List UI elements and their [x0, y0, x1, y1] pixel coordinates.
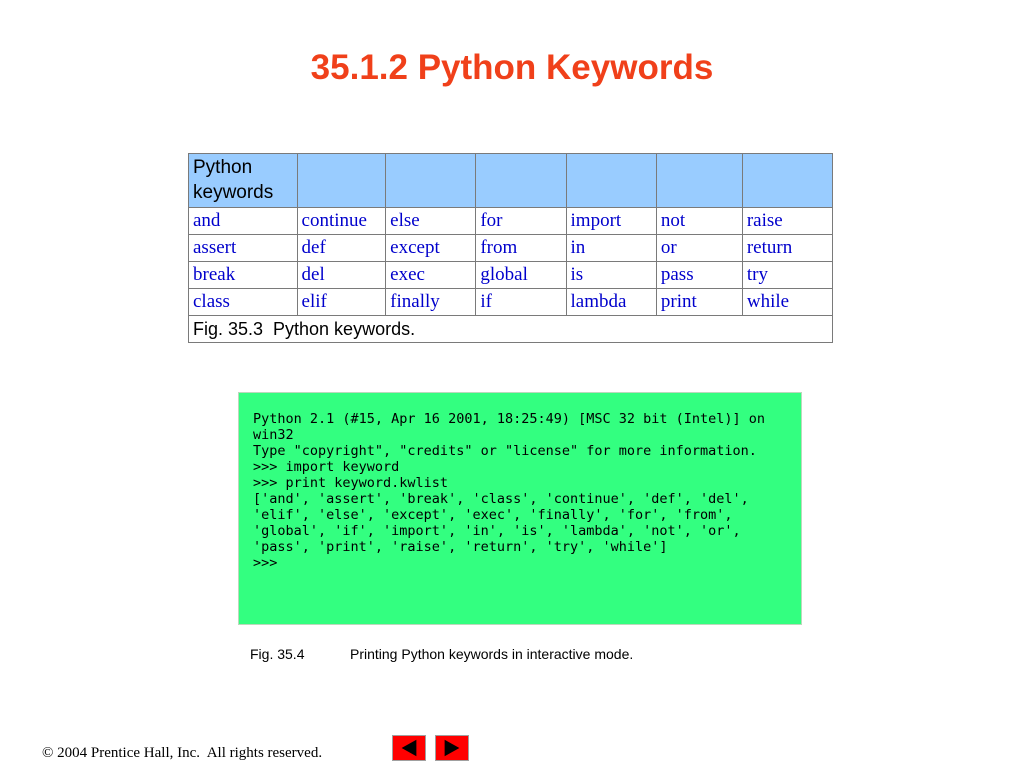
keyword-cell: try [741, 261, 834, 289]
table-header-row: Python keywords [188, 153, 834, 208]
keyword-cell: def [296, 234, 387, 262]
keyword-cell: from [475, 234, 567, 262]
keyword-cell: print [655, 288, 743, 316]
table-row: break del exec global is pass try [188, 261, 834, 289]
keyword-cell: and [188, 207, 298, 235]
keyword-cell: elif [296, 288, 387, 316]
keyword-cell: else [385, 207, 477, 235]
table-caption-row: Fig. 35.3 Python keywords. [188, 315, 833, 343]
keyword-cell: lambda [565, 288, 657, 316]
interactive-console: Python 2.1 (#15, Apr 16 2001, 18:25:49) … [238, 392, 802, 625]
table-caption: Fig. 35.3 Python keywords. [188, 315, 833, 343]
figure-number: Fig. 35.4 [250, 646, 305, 662]
keyword-cell: except [385, 234, 477, 262]
keyword-cell: continue [296, 207, 387, 235]
keyword-cell: if [475, 288, 567, 316]
table-header-cell: Python keywords [188, 153, 298, 208]
keyword-table: Python keywords and continue else for im… [188, 153, 834, 343]
keyword-cell: in [565, 234, 657, 262]
keyword-cell: del [296, 261, 387, 289]
table-header-cell [475, 153, 567, 208]
keyword-cell: finally [385, 288, 477, 316]
keyword-cell: class [188, 288, 298, 316]
table-header-cell [296, 153, 387, 208]
keyword-cell: global [475, 261, 567, 289]
table-row: assert def except from in or return [188, 234, 834, 262]
keyword-cell: exec [385, 261, 477, 289]
keyword-cell: not [655, 207, 743, 235]
figure-caption-text: Printing Python keywords in interactive … [350, 646, 634, 662]
console-output: Python 2.1 (#15, Apr 16 2001, 18:25:49) … [253, 411, 766, 571]
keyword-cell: assert [188, 234, 298, 262]
table-header-cell [565, 153, 657, 208]
copyright-footer: © 2004 Prentice Hall, Inc. All rights re… [42, 745, 323, 761]
arrow-right-icon [444, 739, 460, 757]
table-header-cell [655, 153, 743, 208]
page-title: 35.1.2 Python Keywords [310, 48, 714, 87]
keyword-cell: while [741, 288, 834, 316]
slide: 35.1.2 Python Keywords Python keywords a… [0, 0, 1024, 768]
figure-caption: Fig. 35.4 Printing Python keywords in int… [250, 646, 633, 662]
keyword-cell: break [188, 261, 298, 289]
keyword-cell: raise [741, 207, 834, 235]
next-slide-button[interactable] [435, 735, 469, 761]
keyword-cell: return [741, 234, 834, 262]
keyword-cell: import [565, 207, 657, 235]
arrow-left-icon [401, 739, 417, 757]
keyword-cell: pass [655, 261, 743, 289]
table-row: and continue else for import not raise [188, 207, 834, 235]
previous-slide-button[interactable] [392, 735, 426, 761]
table-row: class elif finally if lambda print while [188, 288, 834, 316]
table-header-cell [741, 153, 834, 208]
keyword-cell: is [565, 261, 657, 289]
keyword-cell: or [655, 234, 743, 262]
keyword-cell: for [475, 207, 567, 235]
table-header-cell [385, 153, 477, 208]
